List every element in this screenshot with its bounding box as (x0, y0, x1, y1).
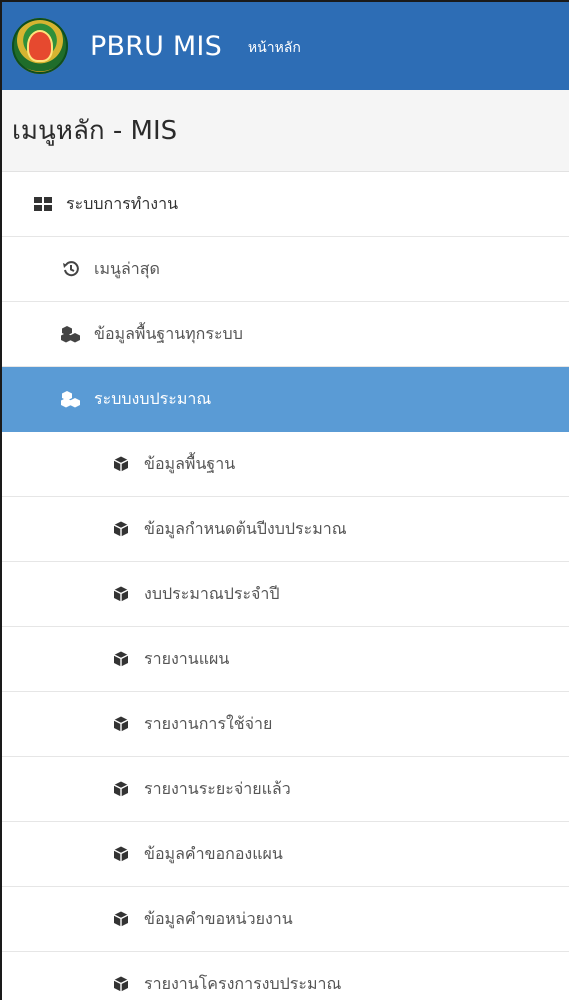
history-icon (60, 260, 82, 278)
submenu-item-plan-report[interactable]: รายงานแผน (2, 627, 569, 692)
cube-icon (110, 846, 132, 862)
app-frame: PBRU MIS หน้าหลัก เมนูหลัก - MIS ระบบการ… (0, 0, 569, 1000)
cube-icon (110, 651, 132, 667)
brand-title[interactable]: PBRU MIS (90, 31, 222, 62)
submenu-item-annual-budget[interactable]: งบประมาณประจำปี (2, 562, 569, 627)
menu-item-budget-system[interactable]: ระบบงบประมาณ (2, 367, 569, 432)
top-navbar: PBRU MIS หน้าหลัก (2, 2, 569, 90)
cube-icon (110, 716, 132, 732)
submenu-item-label: ข้อมูลกำหนดต้นปีงบประมาณ (144, 518, 347, 538)
cube-icon (110, 521, 132, 537)
menu-section-work-system[interactable]: ระบบการทำงาน (2, 172, 569, 237)
grid-icon (32, 197, 54, 211)
home-link[interactable]: หน้าหลัก (248, 33, 301, 59)
menu-item-label: ข้อมูลพื้นฐานทุกระบบ (94, 323, 243, 343)
cube-icon (110, 456, 132, 472)
menu-item-label: เมนูล่าสุด (94, 258, 160, 278)
submenu-item-label: งบประมาณประจำปี (144, 583, 280, 603)
cube-icon (110, 781, 132, 797)
submenu-item-label: ข้อมูลพื้นฐาน (144, 453, 236, 473)
menu-section-label: ระบบการทำงาน (66, 193, 179, 213)
menu-item-recent[interactable]: เมนูล่าสุด (2, 237, 569, 302)
cubes-icon (60, 325, 82, 343)
submenu-item-unit-request[interactable]: ข้อมูลคำขอหน่วยงาน (2, 887, 569, 952)
menu-item-label: ระบบงบประมาณ (94, 388, 212, 408)
submenu-item-label: รายงานระยะจ่ายแล้ว (144, 778, 291, 798)
submenu-item-project-report[interactable]: รายงานโครงการงบประมาณ (2, 952, 569, 1000)
submenu-item-label: รายงานโครงการงบประมาณ (144, 973, 342, 993)
logo-emblem (27, 30, 53, 62)
submenu-item-label: ข้อมูลคำขอหน่วยงาน (144, 908, 293, 928)
cube-icon (110, 911, 132, 927)
university-logo-icon[interactable] (12, 18, 68, 74)
menu-header: เมนูหลัก - MIS (2, 90, 569, 172)
submenu-item-year-start-budget[interactable]: ข้อมูลกำหนดต้นปีงบประมาณ (2, 497, 569, 562)
menu-item-all-basic-data[interactable]: ข้อมูลพื้นฐานทุกระบบ (2, 302, 569, 367)
submenu-item-paid-report[interactable]: รายงานระยะจ่ายแล้ว (2, 757, 569, 822)
submenu-item-label: ข้อมูลคำขอกองแผน (144, 843, 283, 863)
cube-icon (110, 976, 132, 992)
submenu-item-spending-report[interactable]: รายงานการใช้จ่าย (2, 692, 569, 757)
cubes-icon (60, 390, 82, 408)
submenu-item-label: รายงานแผน (144, 648, 230, 668)
submenu-item-planning-request[interactable]: ข้อมูลคำขอกองแผน (2, 822, 569, 887)
cube-icon (110, 586, 132, 602)
submenu-item-basic-data[interactable]: ข้อมูลพื้นฐาน (2, 432, 569, 497)
submenu-item-label: รายงานการใช้จ่าย (144, 713, 273, 733)
